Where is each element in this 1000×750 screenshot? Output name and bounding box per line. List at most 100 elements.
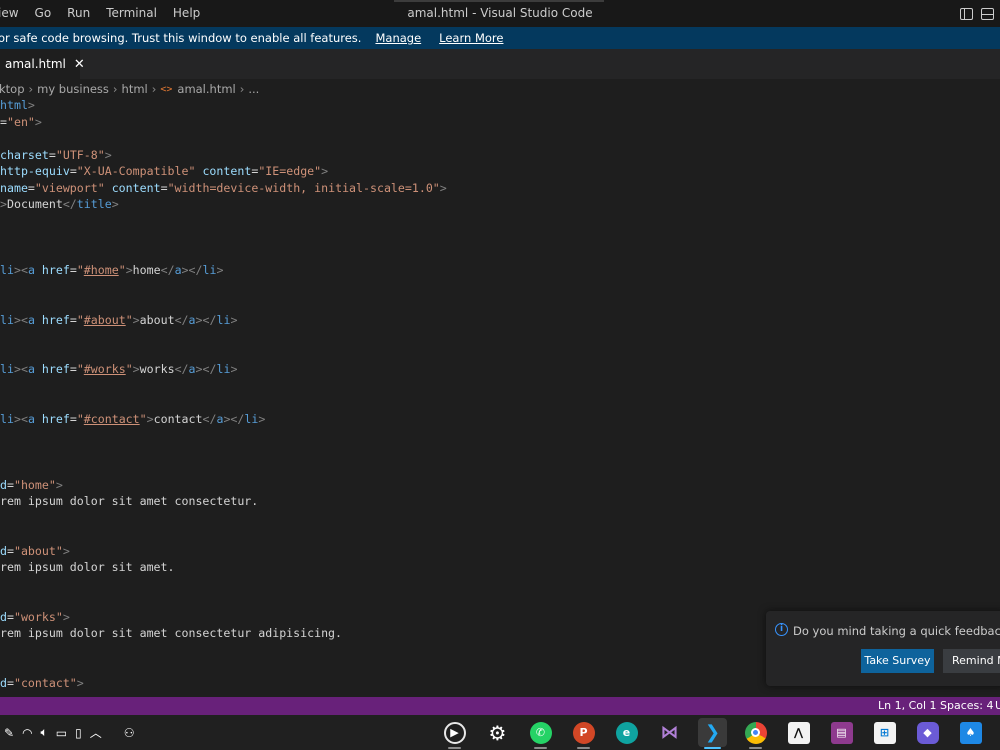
- code-token: =: [0, 114, 7, 129]
- breadcrumb-item[interactable]: ktop: [0, 82, 25, 96]
- title-bar: iew Go Run Terminal Help amal.html - Vis…: [0, 0, 1000, 27]
- code-token: content: [111, 180, 161, 195]
- chevron-up-icon[interactable]: ︿: [90, 724, 102, 741]
- indentation-status[interactable]: Spaces: 4: [940, 697, 993, 715]
- code-link-token[interactable]: #contact: [84, 412, 140, 426]
- code-token: content: [202, 164, 252, 178]
- code-token: d: [0, 675, 7, 690]
- code-link-token[interactable]: #home: [84, 263, 119, 277]
- winrar-icon[interactable]: ▤: [827, 718, 856, 747]
- code-token: "UTF-8": [55, 147, 105, 162]
- code-token: "width=device-width, initial-scale=1.0": [167, 180, 440, 195]
- store-icon[interactable]: ⊞: [870, 718, 899, 747]
- tab-amal-html[interactable]: amal.html ✕: [0, 49, 85, 79]
- toggle-panel-icon[interactable]: [981, 7, 994, 20]
- code-token: li: [202, 263, 217, 277]
- visual-studio-icon[interactable]: ⋈: [655, 718, 684, 747]
- close-icon[interactable]: ✕: [74, 57, 85, 72]
- whatsapp-icon[interactable]: ✆: [526, 718, 555, 749]
- code-token: http-equiv: [0, 164, 70, 178]
- people-icon[interactable]: ⚇: [124, 726, 135, 740]
- code-line: d="home">: [0, 477, 63, 492]
- breadcrumb-item[interactable]: ...: [248, 82, 259, 96]
- code-editor[interactable]: html> ="en"> charset="UTF-8"> http-equiv…: [0, 97, 1000, 697]
- code-token: "home": [13, 477, 56, 492]
- wifi-icon[interactable]: ◠: [22, 726, 32, 740]
- pen-icon[interactable]: ✎: [4, 726, 14, 740]
- chevron-right-icon: ›: [239, 82, 245, 96]
- media-player-icon[interactable]: ▶: [440, 718, 469, 749]
- code-token: "about": [13, 543, 63, 558]
- code-line: http-equiv="X-UA-Compatible" content="IE…: [0, 164, 329, 178]
- settings-icon[interactable]: ⚙: [483, 718, 512, 747]
- code-token: a: [188, 362, 196, 376]
- code-line: charset="UTF-8">: [0, 147, 112, 162]
- editor-tabs: amal.html ✕: [0, 49, 1000, 79]
- code-token: d: [0, 543, 7, 558]
- code-token: li: [216, 312, 231, 327]
- code-token: href: [41, 312, 70, 327]
- code-line: d="about">: [0, 543, 70, 558]
- tab-label: amal.html: [5, 57, 66, 71]
- breadcrumb-item[interactable]: html: [122, 82, 148, 96]
- code-token: "works": [13, 609, 63, 624]
- vscode-icon[interactable]: ❯: [698, 718, 727, 749]
- status-bar: Ln 1, Col 1 Spaces: 4 U: [0, 697, 1000, 715]
- solitaire-icon[interactable]: ♠: [956, 718, 985, 747]
- code-token: a: [188, 312, 196, 327]
- remind-me-button[interactable]: Remind M: [943, 649, 1000, 673]
- code-token: rem ipsum dolor sit amet consectetur.: [0, 494, 259, 508]
- layout-controls: [960, 0, 1000, 27]
- notification-text: Do you mind taking a quick feedback surv: [793, 624, 1000, 638]
- code-token: href: [41, 411, 70, 426]
- breadcrumb-item[interactable]: amal.html: [177, 82, 235, 96]
- code-token: rem ipsum dolor sit amet consectetur adi…: [0, 626, 343, 640]
- menu-run[interactable]: Run: [59, 0, 98, 27]
- code-token: li: [244, 411, 259, 426]
- code-token: d: [0, 609, 7, 624]
- code-link-token[interactable]: #about: [84, 313, 126, 327]
- code-token: "IE=edge": [258, 164, 322, 178]
- menu-view[interactable]: iew: [0, 0, 27, 27]
- menu-terminal[interactable]: Terminal: [98, 0, 165, 27]
- code-token: a: [27, 362, 35, 376]
- learn-more-link[interactable]: Learn More: [439, 31, 503, 45]
- menu-go[interactable]: Go: [27, 0, 60, 27]
- code-token: charset: [0, 147, 49, 162]
- cursor-position[interactable]: Ln 1, Col 1: [878, 697, 937, 715]
- take-survey-button[interactable]: Take Survey: [861, 649, 934, 673]
- taskbar-apps: ▶ ⚙ ✆ P e ⋈ ❯ ⋀ ▤ ⊞ ◆ ♠: [440, 715, 985, 750]
- edge-icon[interactable]: e: [612, 718, 641, 747]
- code-line: li><a href="#works">works</a></li>: [0, 362, 238, 376]
- battery-icon[interactable]: ▭: [56, 726, 67, 740]
- code-line: li><a href="#about">about</a></li>: [0, 312, 238, 327]
- restricted-mode-banner: or safe code browsing. Trust this window…: [0, 27, 1000, 49]
- powerpoint-icon[interactable]: P: [569, 718, 598, 749]
- code-token: a: [27, 263, 35, 277]
- chrome-icon[interactable]: [741, 718, 770, 749]
- feedback-notification: i Do you mind taking a quick feedback su…: [766, 611, 1000, 686]
- encoding-status[interactable]: U: [995, 697, 1000, 715]
- banner-message: or safe code browsing. Trust this window…: [0, 31, 362, 45]
- inkscape-icon[interactable]: ⋀: [784, 718, 813, 747]
- copilot-icon[interactable]: ◆: [913, 718, 942, 747]
- code-token: href: [41, 362, 70, 376]
- toggle-sidebar-icon[interactable]: [960, 7, 973, 20]
- code-line: rem ipsum dolor sit amet consectetur.: [0, 493, 258, 510]
- chevron-right-icon: ›: [151, 82, 157, 96]
- code-token: html: [0, 98, 28, 112]
- breadcrumb-item[interactable]: my business: [37, 82, 109, 96]
- code-token: li: [0, 411, 14, 426]
- volume-icon[interactable]: 🔈︎: [41, 725, 48, 740]
- code-token: href: [41, 263, 70, 277]
- menu-help[interactable]: Help: [165, 0, 208, 27]
- code-token: works: [139, 362, 175, 376]
- code-token: "X-UA-Compatible": [76, 164, 196, 178]
- code-link-token[interactable]: #works: [84, 362, 126, 376]
- code-token: name: [0, 180, 28, 195]
- breadcrumb: ktop › my business › html › <> amal.html…: [0, 79, 1000, 99]
- taskbar: ✎ ◠ 🔈︎ ▭ ▯ ︿ ⚇ ▶ ⚙ ✆ P e ⋈ ❯ ⋀ ▤ ⊞ ◆ ♠: [0, 715, 1000, 750]
- code-line: html>: [0, 98, 35, 112]
- device-icon[interactable]: ▯: [75, 726, 82, 740]
- manage-link[interactable]: Manage: [375, 31, 421, 45]
